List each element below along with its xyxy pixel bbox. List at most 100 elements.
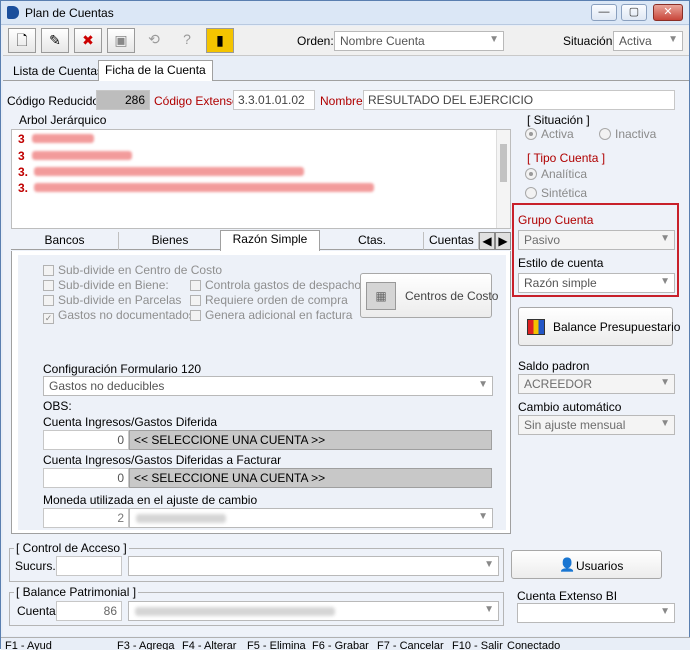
redacted-text bbox=[135, 607, 335, 616]
checkbox-gastos-no-documentados[interactable]: ✓ Gastos no documentados bbox=[43, 308, 195, 324]
checkbox-orden-compra[interactable]: Requiere orden de compra bbox=[190, 293, 348, 307]
estilo-cuenta-select[interactable]: Razón simple ▼ bbox=[518, 273, 675, 293]
help-icon[interactable]: ? bbox=[173, 28, 201, 53]
redacted-text bbox=[34, 167, 304, 176]
tab-cuentas-c[interactable]: Cuentas C bbox=[425, 232, 479, 250]
chevron-down-icon: ▼ bbox=[489, 34, 499, 45]
checkbox-label: Controla gastos de despacho bbox=[205, 278, 362, 292]
orden-label: Orden: bbox=[297, 34, 334, 48]
redacted-text bbox=[136, 514, 226, 523]
cuenta-extenso-bi-select[interactable]: ▼ bbox=[517, 603, 675, 623]
orden-value: Nombre Cuenta bbox=[340, 34, 425, 48]
formulario-value: Gastos no deducibles bbox=[49, 379, 165, 393]
situacion-label: Situación: bbox=[563, 34, 616, 48]
balance-presupuestario-button[interactable]: Balance Presupuestario bbox=[518, 307, 680, 346]
window-title: Plan de Cuentas bbox=[25, 6, 114, 20]
status-bar: F1 - Ayud F3 - Agrega F4 - Alterar F5 - … bbox=[1, 637, 690, 650]
diferida-facturar-code-field[interactable]: 0 bbox=[43, 468, 129, 488]
codigo-extenso-field[interactable]: 3.3.01.01.02 bbox=[233, 90, 315, 110]
close-button[interactable]: ✕ bbox=[653, 4, 683, 21]
radio-dot-icon bbox=[525, 128, 537, 140]
nombre-field[interactable]: RESULTADO DEL EJERCICIO bbox=[363, 90, 675, 110]
chevron-down-icon: ▼ bbox=[484, 559, 494, 570]
exit-door-icon[interactable]: ▮ bbox=[206, 28, 234, 53]
chevron-down-icon: ▼ bbox=[660, 606, 670, 617]
centros-de-costo-label: Centros de Costo bbox=[405, 289, 499, 303]
delete-document-icon[interactable]: ✖ bbox=[74, 28, 102, 53]
tab-scroll-left-icon[interactable]: ◀ bbox=[479, 232, 495, 250]
sucurs-code-field[interactable] bbox=[56, 556, 122, 576]
maximize-button[interactable]: ▢ bbox=[621, 4, 647, 21]
saldo-padron-label: Saldo padron bbox=[518, 359, 590, 373]
grupo-cuenta-select[interactable]: Pasivo ▼ bbox=[518, 230, 675, 250]
save-icon[interactable]: ▣ bbox=[107, 28, 135, 53]
radio-dot-icon bbox=[525, 168, 537, 180]
title-bar: Plan de Cuentas — ▢ ✕ bbox=[1, 1, 689, 25]
diferida-account-select[interactable]: << SELECCIONE UNA CUENTA >> bbox=[129, 430, 492, 450]
tab-razon-simple[interactable]: Razón Simple bbox=[220, 230, 320, 251]
new-document-icon[interactable]: 🗋 bbox=[8, 28, 36, 53]
grupo-cuenta-label: Grupo Cuenta bbox=[518, 213, 594, 227]
checkbox-label: Genera adicional en factura bbox=[205, 308, 353, 322]
radio-sintetica[interactable]: Sintética bbox=[525, 186, 587, 200]
checkbox-centro-de-costo[interactable]: Sub-divide en Centro de Costo bbox=[43, 263, 222, 277]
tab-scroll-right-icon[interactable]: ▶ bbox=[495, 232, 511, 250]
chevron-down-icon: ▼ bbox=[660, 418, 670, 429]
chevron-down-icon: ▼ bbox=[478, 379, 488, 390]
centros-de-costo-button[interactable]: ▦ Centros de Costo bbox=[360, 273, 498, 318]
radio-inactiva-label: Inactiva bbox=[615, 127, 657, 141]
estilo-cuenta-label: Estilo de cuenta bbox=[518, 256, 604, 270]
user-icon: 👤 bbox=[559, 557, 576, 572]
cambio-automatico-select[interactable]: Sin ajuste mensual ▼ bbox=[518, 415, 675, 435]
tab-ficha-de-la-cuenta[interactable]: Ficha de la Cuenta bbox=[98, 60, 213, 82]
situacion-select[interactable]: Activa ▼ bbox=[613, 31, 683, 51]
radio-analitica[interactable]: Analítica bbox=[525, 167, 587, 181]
moneda-code-field[interactable]: 2 bbox=[43, 508, 129, 528]
saldo-padron-select[interactable]: ACREEDOR ▼ bbox=[518, 374, 675, 394]
formulario-select[interactable]: Gastos no deducibles ▼ bbox=[43, 376, 493, 396]
moneda-select[interactable]: ▼ bbox=[129, 508, 493, 528]
edit-document-icon[interactable]: ✎ bbox=[41, 28, 69, 53]
minimize-button[interactable]: — bbox=[591, 4, 617, 21]
checkbox-icon bbox=[43, 265, 54, 276]
undo-icon[interactable]: ⟲ bbox=[140, 28, 168, 53]
checkbox-icon bbox=[43, 280, 54, 291]
scrollbar-thumb[interactable] bbox=[500, 144, 507, 182]
formulario-label: Configuración Formulario 120 bbox=[43, 362, 202, 376]
checkbox-parcelas[interactable]: Sub-divide en Parcelas bbox=[43, 293, 181, 307]
radio-sintetica-label: Sintética bbox=[541, 186, 588, 200]
tree-scrollbar[interactable] bbox=[496, 130, 510, 228]
checkbox-icon bbox=[190, 295, 201, 306]
radio-activa[interactable]: Activa bbox=[525, 127, 574, 141]
tab-lista-de-cuentas[interactable]: Lista de Cuentas bbox=[7, 62, 109, 81]
chevron-down-icon: ▼ bbox=[660, 276, 670, 287]
usuarios-button[interactable]: 👤 Usuarios bbox=[511, 550, 662, 579]
checkbox-icon bbox=[190, 310, 201, 321]
checkbox-label: Sub-divide en Centro de Costo bbox=[58, 263, 223, 277]
diferida-facturar-account-select[interactable]: << SELECCIONE UNA CUENTA >> bbox=[129, 468, 492, 488]
main-tabs: Lista de Cuentas Ficha de la Cuenta bbox=[3, 59, 689, 82]
cambio-automatico-label: Cambio automático bbox=[518, 400, 622, 414]
codigo-reducido-field[interactable]: 286 bbox=[96, 90, 150, 110]
arbol-tree[interactable]: 3 3 3. 3. bbox=[11, 129, 511, 229]
diferida-code-field[interactable]: 0 bbox=[43, 430, 129, 450]
cuenta-extenso-bi-label: Cuenta Extenso BI bbox=[517, 589, 618, 603]
tab-ctas-cobrar-pagar[interactable]: Ctas. Cobrar/Pagar bbox=[321, 232, 424, 263]
redacted-text bbox=[32, 151, 132, 160]
orden-select[interactable]: Nombre Cuenta ▼ bbox=[334, 31, 504, 51]
checkbox-icon bbox=[190, 280, 201, 291]
checkbox-controla-gastos[interactable]: Controla gastos de despacho bbox=[190, 278, 361, 292]
tab-bienes[interactable]: Bienes bbox=[119, 232, 222, 250]
moneda-label: Moneda utilizada en el ajuste de cambio bbox=[43, 493, 258, 507]
sucurs-select[interactable]: ▼ bbox=[128, 556, 499, 576]
checkbox-adicional-factura[interactable]: Genera adicional en factura bbox=[190, 308, 352, 322]
detail-tabs: Bancos Bienes Razón Simple Ctas. Cobrar/… bbox=[11, 230, 511, 263]
tab-bancos[interactable]: Bancos bbox=[11, 232, 119, 250]
checkbox-bienes[interactable]: Sub-divide en Biene: bbox=[43, 278, 169, 292]
cuenta-code-field[interactable]: 86 bbox=[56, 601, 122, 621]
cuenta-select[interactable]: ▼ bbox=[128, 601, 499, 621]
radio-inactiva[interactable]: Inactiva bbox=[599, 127, 656, 141]
estilo-cuenta-value: Razón simple bbox=[524, 276, 597, 290]
radio-activa-label: Activa bbox=[541, 127, 574, 141]
diferida-label: Cuenta Ingresos/Gastos Diferida bbox=[43, 415, 218, 429]
